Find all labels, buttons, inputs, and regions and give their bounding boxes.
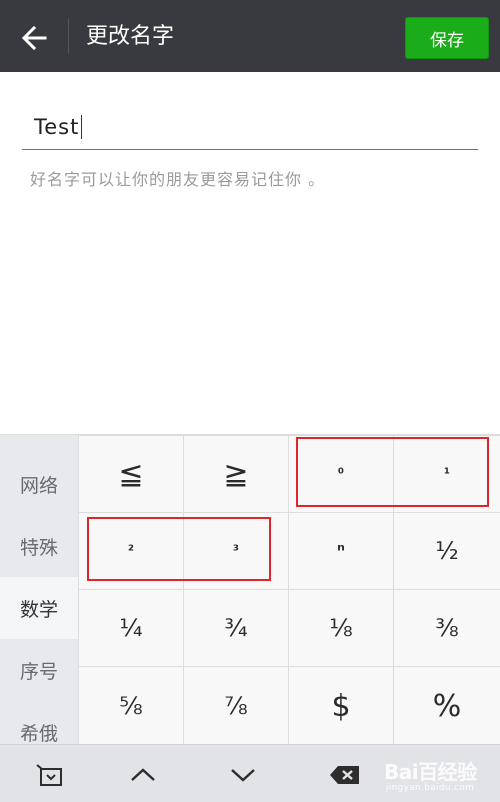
title-bar: 更改名字 保存 <box>0 0 500 72</box>
key-superscript-3[interactable]: ³ <box>184 513 288 589</box>
key-label: ≦ <box>118 456 144 492</box>
key-dollar[interactable]: $ <box>289 667 393 745</box>
key-greater-equal[interactable]: ≧ <box>184 436 288 512</box>
key-label: ⁰ <box>337 466 345 482</box>
keyboard-collapse-button[interactable] <box>26 753 76 797</box>
key-label: ¾ <box>224 614 248 642</box>
key-superscript-0[interactable]: ⁰ <box>289 436 393 512</box>
page-title: 更改名字 <box>86 24 175 49</box>
name-hint: 好名字可以让你的朋友更容易记住你 。 <box>30 170 326 189</box>
key-one-half[interactable]: ½ <box>394 513 500 589</box>
key-less-equal[interactable]: ≦ <box>79 436 183 512</box>
key-label: ³ <box>232 543 240 559</box>
chevron-down-icon <box>231 769 255 782</box>
watermark-main: Bai百经验 <box>384 760 477 784</box>
key-superscript-1[interactable]: ¹ <box>394 436 500 512</box>
category-math[interactable]: 数学 <box>0 577 78 639</box>
scroll-up-button[interactable] <box>118 753 168 797</box>
name-input[interactable]: Test <box>34 112 83 142</box>
key-label: ≧ <box>223 456 249 492</box>
category-network[interactable]: 网络 <box>0 453 78 515</box>
key-label: ⅛ <box>329 614 353 642</box>
key-label: ⅞ <box>224 692 248 720</box>
category-greek-russian[interactable]: 希俄 <box>0 701 78 745</box>
key-seven-eighths[interactable]: ⅞ <box>184 667 288 745</box>
backspace-icon <box>330 766 359 784</box>
key-three-quarters[interactable]: ¾ <box>184 590 288 666</box>
text-caret <box>81 115 83 139</box>
baidu-jingyan-watermark: Bai百经验 jingyan.baidu.com <box>384 752 496 798</box>
key-one-quarter[interactable]: ¼ <box>79 590 183 666</box>
key-label: % <box>432 688 462 724</box>
back-button[interactable] <box>12 16 56 60</box>
watermark-sub: jingyan.baidu.com <box>386 783 475 793</box>
backspace-button[interactable] <box>320 753 370 797</box>
key-label: ² <box>127 543 135 559</box>
symbol-category-list: 网络 特殊 数学 序号 希俄 <box>0 435 78 745</box>
key-label: ½ <box>435 537 459 565</box>
key-percent[interactable]: % <box>394 667 500 745</box>
keyboard-collapse-icon <box>36 764 62 786</box>
key-superscript-2[interactable]: ² <box>79 513 183 589</box>
scroll-down-button[interactable] <box>218 753 268 797</box>
save-button[interactable]: 保存 <box>405 17 489 59</box>
key-label: ¼ <box>119 614 143 642</box>
key-label: $ <box>331 688 351 724</box>
name-field[interactable]: Test <box>22 108 478 150</box>
symbol-key-grid: ≦ ≧ ⁰ ¹ ² ³ ⁿ ½ ¼ ¾ ⅛ ⅜ ⅝ ⅞ $ % <box>78 435 500 745</box>
key-five-eighths[interactable]: ⅝ <box>79 667 183 745</box>
key-one-eighth[interactable]: ⅛ <box>289 590 393 666</box>
category-special[interactable]: 特殊 <box>0 515 78 577</box>
key-superscript-n[interactable]: ⁿ <box>289 513 393 589</box>
key-label: ⅝ <box>119 692 143 720</box>
key-label: ⁿ <box>337 541 345 561</box>
chevron-up-icon <box>131 768 155 781</box>
key-label: ¹ <box>443 466 451 482</box>
key-label: ⅜ <box>435 614 459 642</box>
header-divider <box>68 18 69 54</box>
name-input-value: Test <box>34 115 80 139</box>
key-three-eighths[interactable]: ⅜ <box>394 590 500 666</box>
arrow-left-icon <box>21 25 47 51</box>
category-ordinal[interactable]: 序号 <box>0 639 78 701</box>
